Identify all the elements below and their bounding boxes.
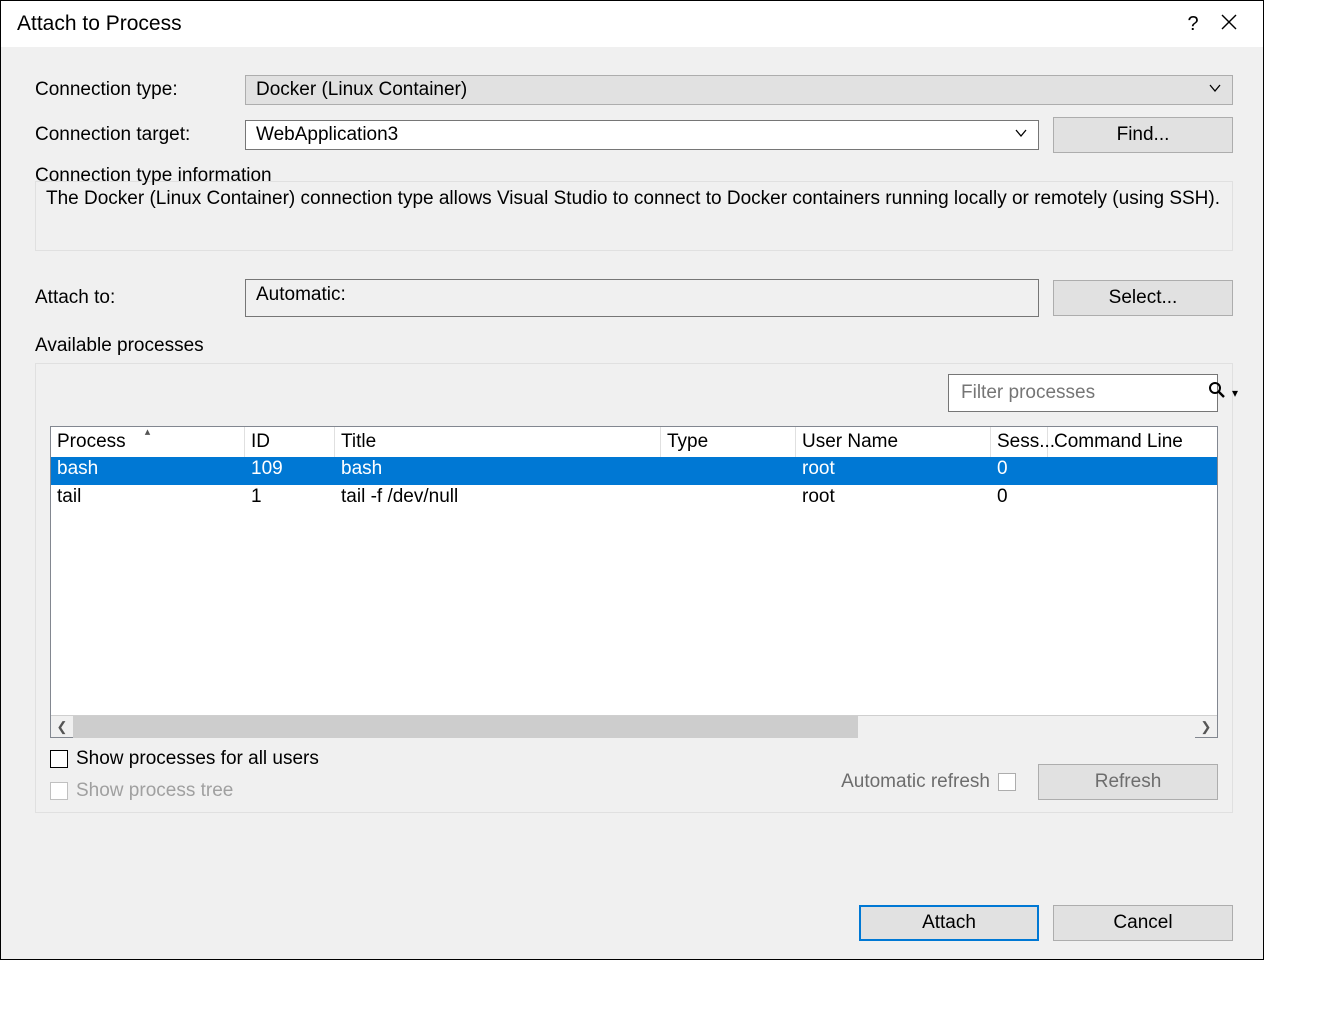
col-command-line[interactable]: Command Line <box>1048 427 1217 457</box>
connection-type-label: Connection type: <box>35 79 245 101</box>
scroll-track[interactable] <box>73 716 1195 738</box>
connection-target-label: Connection target: <box>35 124 245 146</box>
attach-to-process-dialog: Attach to Process ? Connection type: Doc… <box>0 0 1264 960</box>
filter-input[interactable] <box>959 381 1208 405</box>
scroll-left-icon[interactable]: ❮ <box>51 716 73 738</box>
chevron-down-icon[interactable] <box>1014 124 1028 146</box>
attach-to-value: Automatic: <box>256 284 346 306</box>
col-session[interactable]: Sess... <box>991 427 1048 457</box>
cell <box>1048 485 1217 513</box>
cell: tail <box>51 485 245 513</box>
scroll-right-icon[interactable]: ❯ <box>1195 716 1217 738</box>
find-button[interactable]: Find... <box>1053 117 1233 153</box>
checkbox-icon <box>50 750 68 768</box>
col-user-name[interactable]: User Name <box>796 427 991 457</box>
help-button[interactable]: ? <box>1175 13 1211 36</box>
refresh-button[interactable]: Refresh <box>1038 764 1218 800</box>
connection-target-value: WebApplication3 <box>256 124 398 146</box>
checkbox-icon <box>50 782 68 800</box>
connection-info-text: The Docker (Linux Container) connection … <box>35 181 1233 251</box>
cell <box>661 485 796 513</box>
automatic-refresh-checkbox[interactable] <box>998 773 1016 791</box>
cell: 0 <box>991 485 1048 513</box>
cell <box>1048 457 1217 485</box>
titlebar: Attach to Process ? <box>1 1 1263 47</box>
cell <box>661 457 796 485</box>
grid-header: ▴Process ID Title Type User Name Sess...… <box>51 427 1217 457</box>
col-process[interactable]: ▴Process <box>51 427 245 457</box>
horizontal-scrollbar[interactable]: ❮ ❯ <box>51 715 1217 737</box>
process-grid: ▴Process ID Title Type User Name Sess...… <box>50 426 1218 738</box>
available-processes-label: Available processes <box>35 335 1233 357</box>
dialog-title: Attach to Process <box>17 12 1175 36</box>
cell: tail -f /dev/null <box>335 485 661 513</box>
connection-type-value: Docker (Linux Container) <box>256 79 467 101</box>
col-title[interactable]: Title <box>335 427 661 457</box>
cell: bash <box>51 457 245 485</box>
sort-asc-icon: ▴ <box>145 425 151 438</box>
col-id[interactable]: ID <box>245 427 335 457</box>
cell: root <box>796 485 991 513</box>
cell: bash <box>335 457 661 485</box>
client-area: Connection type: Docker (Linux Container… <box>1 47 1263 959</box>
attach-to-field: Automatic: <box>245 279 1039 317</box>
cell: 1 <box>245 485 335 513</box>
filter-caret-icon[interactable]: ▾ <box>1232 386 1238 400</box>
attach-button[interactable]: Attach <box>859 905 1039 941</box>
connection-type-dropdown[interactable]: Docker (Linux Container) <box>245 75 1233 105</box>
col-type[interactable]: Type <box>661 427 796 457</box>
search-icon[interactable] <box>1208 381 1226 405</box>
close-button[interactable] <box>1211 12 1247 36</box>
close-icon <box>1221 14 1237 30</box>
connection-target-combo[interactable]: WebApplication3 <box>245 120 1039 150</box>
table-row[interactable]: tail1tail -f /dev/null root0 <box>51 485 1217 513</box>
cell: root <box>796 457 991 485</box>
cell: 0 <box>991 457 1048 485</box>
scroll-thumb[interactable] <box>73 716 858 738</box>
table-row[interactable]: bash109bash root0 <box>51 457 1217 485</box>
automatic-refresh-label: Automatic refresh <box>841 771 990 793</box>
grid-body: bash109bash root0 tail1tail -f /dev/null ro… <box>51 457 1217 715</box>
select-button[interactable]: Select... <box>1053 280 1233 316</box>
filter-processes-box[interactable]: ▾ <box>948 374 1218 412</box>
chevron-down-icon <box>1208 79 1222 101</box>
process-area: ▾ ▴Process ID Title Type User Name Sess.… <box>35 363 1233 813</box>
cancel-button[interactable]: Cancel <box>1053 905 1233 941</box>
attach-to-label: Attach to: <box>35 287 245 309</box>
cell: 109 <box>245 457 335 485</box>
